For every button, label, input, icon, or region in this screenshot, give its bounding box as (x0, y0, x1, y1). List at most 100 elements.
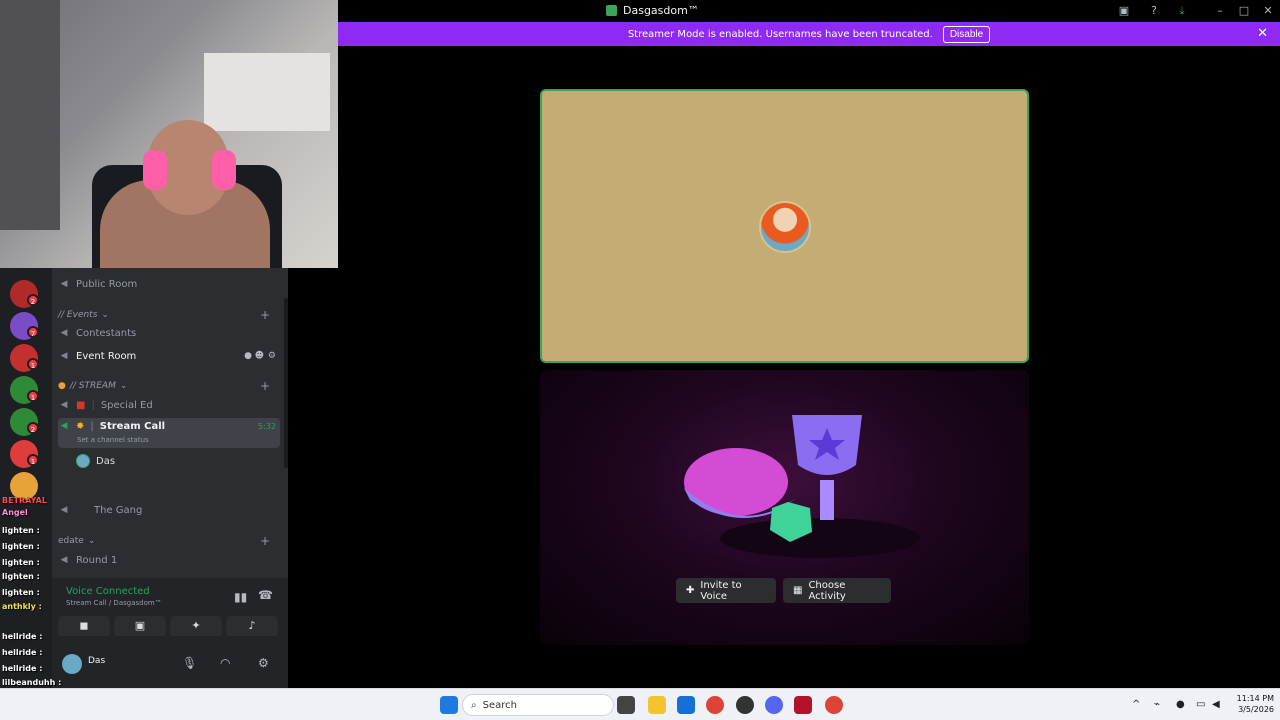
shadow-shape (720, 518, 920, 558)
search-placeholder: Search (482, 699, 517, 711)
notification-badge: 1 (27, 390, 39, 402)
task-view-icon[interactable] (617, 696, 635, 714)
microphone-icon[interactable]: ● (1176, 699, 1185, 710)
chevron-up-icon[interactable]: ^ (1132, 699, 1140, 710)
chat-message: lighten : (2, 572, 40, 581)
store-icon[interactable] (677, 696, 695, 714)
speaker-icon: ◀ (60, 279, 68, 289)
gear-icon[interactable]: ⚙ (268, 351, 276, 361)
channel-label: Stream Call (99, 421, 166, 432)
add-channel-icon[interactable]: + (260, 379, 270, 393)
call-timer: 5:32 (258, 422, 276, 431)
trophy-icon (792, 415, 862, 520)
acrobat-icon[interactable] (794, 696, 812, 714)
channel-scrollbar[interactable] (284, 298, 288, 468)
file-explorer-icon[interactable] (648, 696, 666, 714)
server-icon (606, 5, 617, 16)
category-events[interactable]: // Events ⌄ + (58, 307, 280, 323)
chat-message: anthkly : (2, 602, 42, 611)
chrome-icon[interactable] (706, 696, 724, 714)
choose-activity-button[interactable]: ▦ Choose Activity (783, 578, 891, 603)
webcam-headphones (143, 150, 167, 190)
add-channel-icon[interactable]: + (260, 534, 270, 548)
webcam-headphones (212, 150, 236, 190)
chat-message: Angel (2, 508, 28, 517)
invite-to-voice-button[interactable]: ✚ Invite to Voice (676, 578, 776, 603)
chevron-down-icon: ⌄ (119, 381, 128, 391)
speaker-icon: ◀ (60, 421, 68, 431)
notification-badge: 2 (27, 294, 39, 306)
disconnect-icon[interactable]: ☎ (258, 588, 273, 602)
channel-contestants[interactable]: ◀ Contestants (58, 323, 280, 343)
stream-chat-overlay: BETRAYAL Angel lighten : lighten : lighten :… (0, 490, 140, 720)
window-title-text: Dasgasdom™ (623, 4, 699, 17)
display-icon[interactable]: ▭ (1196, 699, 1205, 710)
divider: | (91, 399, 95, 411)
channel-special-ed[interactable]: ◀ ■ | Special Ed (58, 395, 280, 415)
activity-tile (540, 370, 1029, 645)
windows-taskbar: ⌕ Search ^ ⌁ ● ▭ ◀ 11:14 PM 3/5/2026 (0, 688, 1280, 720)
category-stream[interactable]: ● // STREAM ⌄ + (58, 378, 280, 394)
channel-public-room[interactable]: ◀ Public Room (58, 274, 280, 294)
channel-status[interactable]: Set a channel status (77, 436, 149, 444)
obs-icon[interactable] (736, 696, 754, 714)
invite-label: Invite to Voice (700, 579, 742, 602)
webcam-background-door (0, 0, 60, 230)
webcam-overlay (0, 0, 338, 268)
clock-time: 11:14 PM (1236, 694, 1274, 703)
network-icon[interactable]: ⌁ (1154, 699, 1160, 710)
chat-message: lighten : (2, 526, 40, 535)
webcam-background-window (204, 53, 330, 131)
banner-text: Streamer Mode is enabled. Usernames have… (627, 28, 933, 40)
cookie-icon: ● (58, 381, 66, 391)
add-channel-icon[interactable]: + (260, 308, 270, 322)
noise-suppression-icon[interactable]: ▮▮ (234, 590, 247, 604)
book-icon: ■ (76, 399, 86, 411)
clock-date: 3/5/2026 (1238, 705, 1274, 714)
channel-stream-call[interactable]: ◀ ✸ | Stream Call 5:32 Set a channel sta… (58, 418, 280, 448)
help-icon[interactable]: ? (1146, 3, 1162, 19)
invite-icon[interactable]: ☻ (255, 351, 264, 361)
search-icon: ⌕ (471, 699, 477, 711)
chat-message: hellride : (2, 632, 43, 641)
chat-message: lilbeanduhh : (2, 678, 62, 687)
chat-icon[interactable]: ● (244, 351, 252, 361)
close-icon[interactable]: ✕ (1260, 3, 1276, 19)
maximize-icon[interactable]: □ (1236, 3, 1252, 19)
chat-message: hellride : (2, 648, 43, 657)
voice-member-das[interactable]: Das (76, 451, 276, 471)
taskbar-search[interactable]: ⌕ Search (462, 694, 614, 716)
notification-badge: 7 (27, 326, 39, 338)
channel-label: Special Ed (100, 399, 153, 411)
participant-avatar (759, 201, 811, 253)
add-user-icon: ✚ (686, 585, 695, 596)
sun-icon: ✸ (76, 421, 85, 432)
chrome-icon[interactable] (825, 696, 843, 714)
microphone-icon[interactable]: 🎙 (182, 656, 197, 670)
notification-badge: 2 (27, 422, 39, 434)
activity-illustration (684, 415, 920, 558)
channel-label: Event Room (76, 350, 137, 362)
cast-icon[interactable]: ▣ (1116, 3, 1132, 19)
gear-icon[interactable]: ⚙ (258, 656, 269, 670)
chat-message: lighten : (2, 558, 40, 567)
soundboard-button[interactable]: ♪ (226, 616, 278, 636)
disable-streamer-mode-button[interactable]: Disable (942, 25, 991, 43)
start-icon[interactable] (440, 696, 458, 714)
headphones-icon[interactable]: ◠ (220, 656, 230, 670)
discord-icon[interactable] (765, 696, 783, 714)
minimize-icon[interactable]: – (1212, 3, 1228, 19)
divider: | (90, 421, 94, 432)
speaker-icon: ◀ (60, 328, 68, 338)
download-icon[interactable]: ⤓ (1174, 3, 1190, 19)
close-icon[interactable]: ✕ (1257, 26, 1268, 41)
activities-button[interactable]: ✦ (170, 616, 222, 636)
choose-label: Choose Activity (808, 579, 846, 602)
chat-message: hellride : (2, 664, 43, 673)
system-clock[interactable]: 11:14 PM 3/5/2026 (1232, 693, 1274, 715)
channel-event-room[interactable]: ◀ Event Room ⚙ ☻ ● (58, 346, 280, 366)
notification-badge: 1 (27, 454, 39, 466)
volume-icon[interactable]: ◀ (1212, 699, 1220, 710)
member-name: Das (96, 455, 116, 467)
chat-message: lighten : (2, 588, 40, 597)
